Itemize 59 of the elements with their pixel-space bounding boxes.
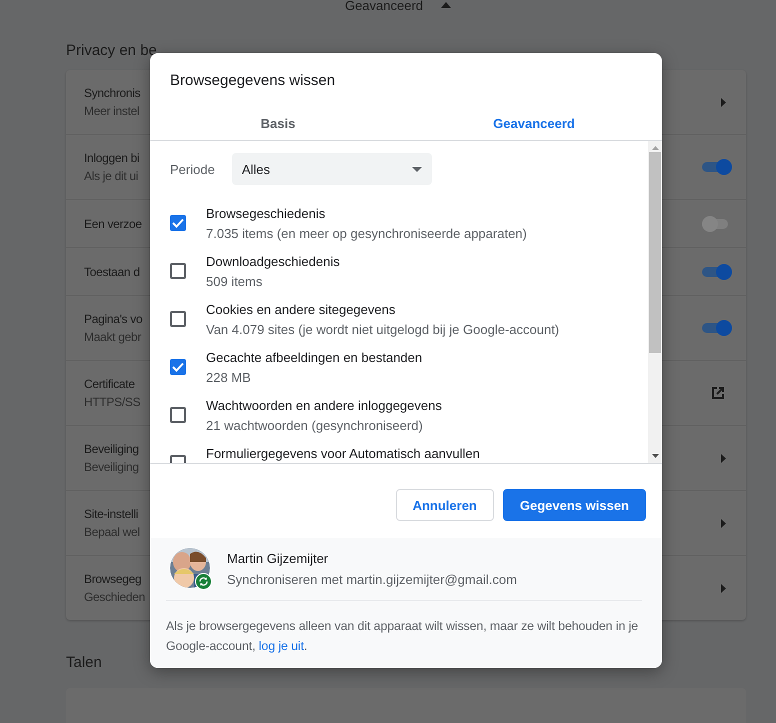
setting-title: Site-instelli [84,507,138,521]
dialog-title: Browsegegevens wissen [170,72,336,91]
item-description: 7.035 items (en meer op gesynchroniseerde apparaten) [206,226,527,241]
setting-title: Een verzoe [84,216,142,230]
item-description: 21 wachtwoorden (gesynchroniseerd) [206,418,423,433]
setting-description: Meer instel [84,104,140,118]
setting-description: Als je dit ui [84,169,138,183]
item-title: Downloadgeschiedenis [206,254,340,269]
setting-title: Inloggen bi [84,151,140,165]
scroll-down-icon[interactable] [652,454,658,458]
item-title: Formuliergegevens voor Automatisch aanvullen [206,446,480,461]
arrow-icon [721,98,726,106]
arrow-icon [721,584,726,592]
setting-description: Geschieden [84,590,146,604]
setting-title: Certificate [84,377,135,391]
setting-title: Pagina's vo [84,312,142,326]
tab[interactable]: Geavanceerd [406,106,662,140]
setting-description: Beveiliging [84,460,139,474]
checkbox[interactable] [170,359,186,375]
setting-title: Toestaan d [84,264,140,278]
setting-title: Beveiliging [84,442,139,456]
sign-out-note: Als je browsergegevens alleen van dit apparaat wilt wissen, maar ze wilt behouden in je Google-account, log je uit. [166,618,640,655]
setting-title: Browsegeg [84,572,142,586]
item-description: 509 items [206,274,262,289]
checkbox[interactable] [170,263,186,279]
item-description: 228 MB [206,370,251,385]
toggle-switch[interactable] [700,320,734,336]
sync-icon [195,573,212,590]
item-title: Cookies en andere sitegegevens [206,302,396,317]
setting-description: HTTPS/SS [84,395,140,409]
setting-description: Bepaal wel [84,525,140,539]
section-title: Talen [66,654,103,673]
item-title: Gecachte afbeeldingen en bestanden [206,350,422,365]
period-dropdown[interactable]: Alles [232,153,432,185]
toggle-switch[interactable] [700,159,734,175]
account-name: Martin Gijzemijter [227,551,328,566]
arrow-icon [721,518,726,528]
checkbox[interactable] [170,311,186,327]
item-title: Wachtwoorden en andere inloggegevens [206,398,442,413]
clear-data-button[interactable]: Gegevens wissen [502,489,646,521]
toggle-switch[interactable] [700,264,734,280]
tab[interactable]: Basis [150,106,406,140]
caret-down-icon [412,166,422,172]
sign-out-link[interactable]: log je uit [258,639,304,653]
arrow-icon [721,454,726,462]
checkbox[interactable] [170,407,186,423]
period-label: Periode [170,162,215,176]
section-title: Privacy en be [66,42,158,61]
scrollbar[interactable] [648,141,662,463]
setting-description: Maakt gebr [84,330,142,344]
external-link-icon [710,385,726,401]
caret-up-icon [441,2,452,8]
advanced-link[interactable]: Geavanceerd [344,0,424,12]
item-description: Van 4.079 sites (je wordt niet uitgelogd bij je Google-account) [206,322,560,337]
cancel-button[interactable]: Annuleren [396,489,494,521]
item-title: Browsegeschiedenis [206,206,326,221]
setting-title: Synchronis [84,86,140,100]
account-email: Synchroniseren met martin.gijzemijter@gmail.com [227,572,517,587]
checkbox[interactable] [170,215,186,231]
